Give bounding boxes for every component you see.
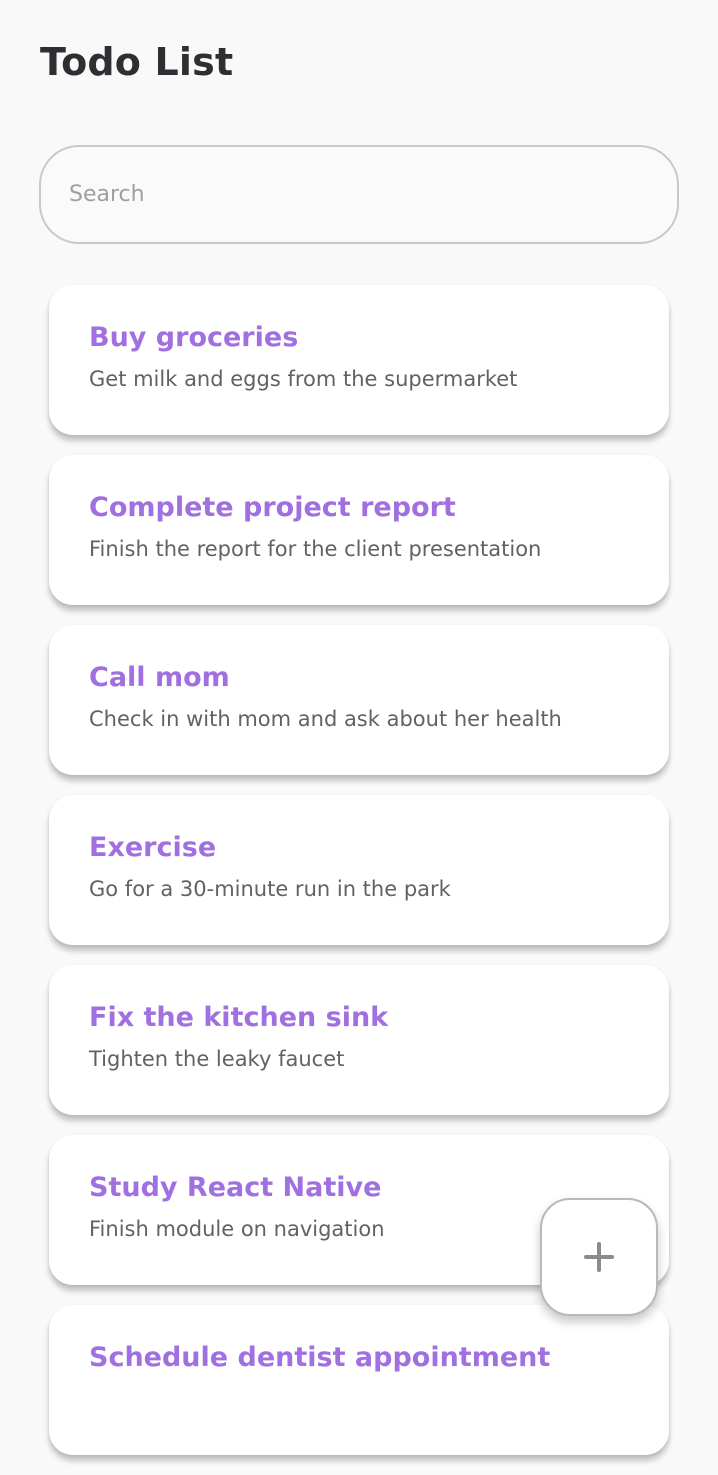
- todo-description: Go for a 30-minute run in the park: [89, 877, 451, 901]
- plus-icon: [584, 1242, 614, 1272]
- search-bar: [39, 145, 679, 244]
- todo-item-schedule-dentist[interactable]: Schedule dentist appointment: [49, 1305, 669, 1455]
- todo-title: Study React Native: [89, 1172, 382, 1203]
- todo-title: Exercise: [89, 832, 217, 863]
- todo-title: Complete project report: [89, 492, 456, 523]
- todo-title: Buy groceries: [89, 322, 299, 353]
- add-todo-button[interactable]: [540, 1198, 658, 1316]
- page-title: Todo List: [40, 40, 234, 84]
- todo-item-fix-kitchen-sink[interactable]: Fix the kitchen sink Tighten the leaky f…: [49, 965, 669, 1115]
- todo-description: Tighten the leaky faucet: [89, 1047, 345, 1071]
- todo-title: Call mom: [89, 662, 230, 693]
- todo-title: Fix the kitchen sink: [89, 1002, 389, 1033]
- todo-item-exercise[interactable]: Exercise Go for a 30-minute run in the p…: [49, 795, 669, 945]
- todo-description: Finish the report for the client present…: [89, 537, 542, 561]
- todo-item-buy-groceries[interactable]: Buy groceries Get milk and eggs from the…: [49, 285, 669, 435]
- search-input[interactable]: [41, 147, 677, 242]
- todo-description: Get milk and eggs from the supermarket: [89, 367, 518, 391]
- todo-item-call-mom[interactable]: Call mom Check in with mom and ask about…: [49, 625, 669, 775]
- todo-item-complete-project-report[interactable]: Complete project report Finish the repor…: [49, 455, 669, 605]
- todo-description: Check in with mom and ask about her heal…: [89, 707, 562, 731]
- todo-title: Schedule dentist appointment: [89, 1342, 551, 1373]
